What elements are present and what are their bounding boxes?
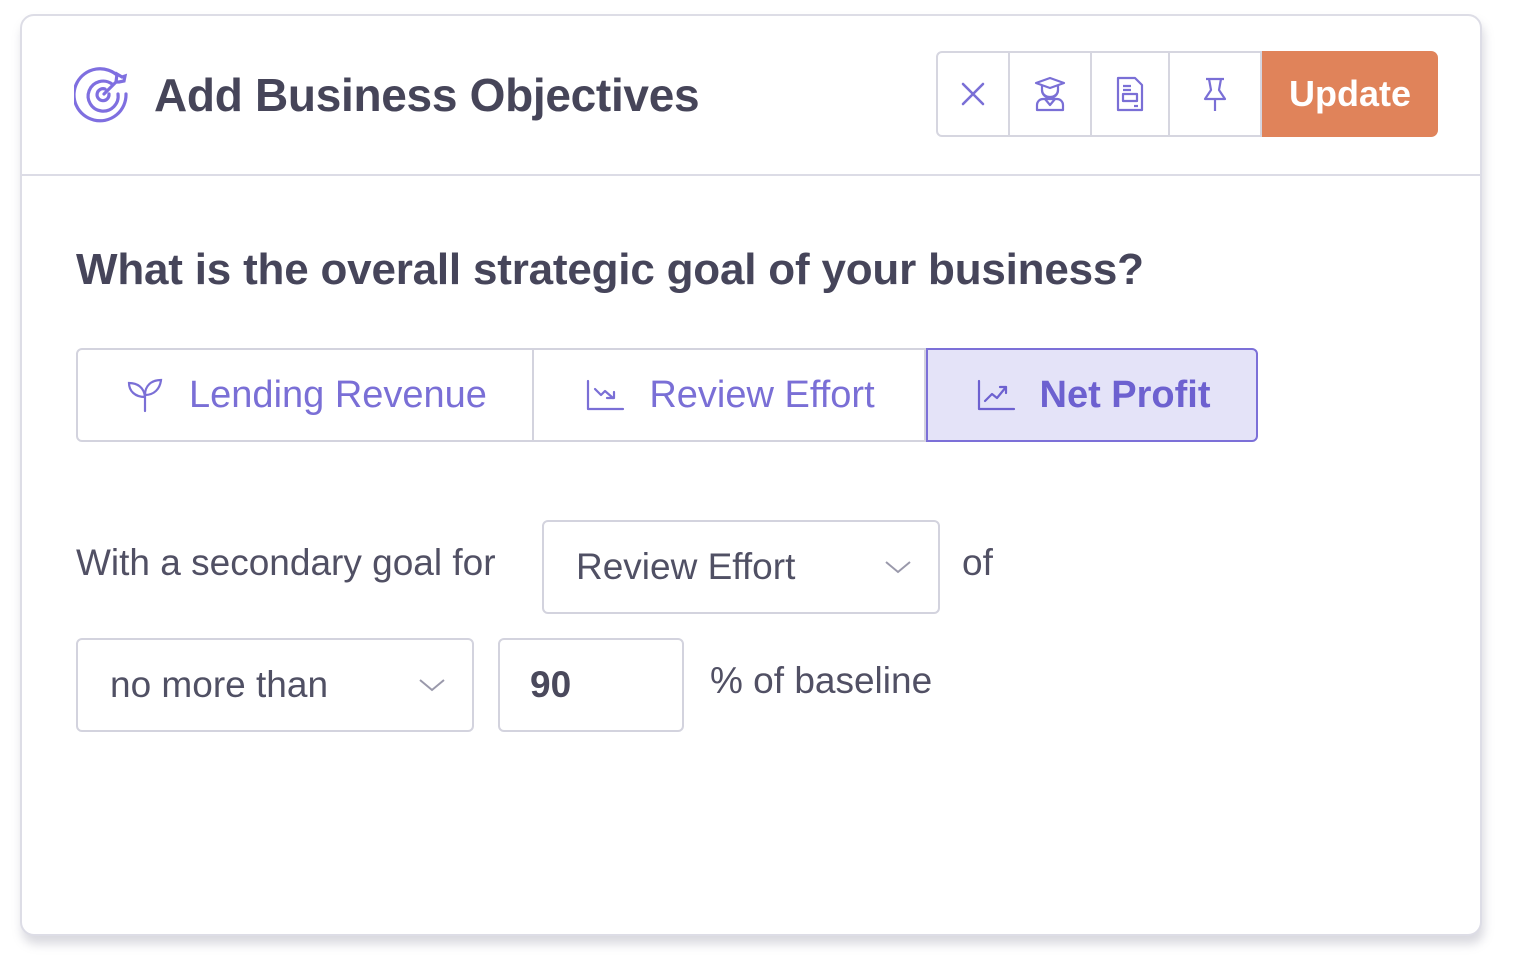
comparator-value: no more than: [110, 664, 329, 705]
baseline-suffix: % of baseline: [710, 660, 933, 701]
strategic-goal-question: What is the overall strategic goal of yo…: [76, 245, 1144, 294]
secondary-goal-select[interactable]: Review Effort: [542, 520, 940, 614]
goal-option-label: Lending Revenue: [189, 373, 487, 416]
header-toolbar: Update: [936, 51, 1438, 137]
goal-option-label: Review Effort: [649, 373, 875, 416]
goal-option-label: Net Profit: [1039, 373, 1211, 416]
update-button[interactable]: Update: [1262, 51, 1438, 137]
chevron-down-icon: [885, 561, 911, 574]
panel-title: Add Business Objectives: [154, 69, 700, 121]
chevron-down-icon: [419, 679, 445, 692]
target-icon: [74, 67, 128, 123]
goal-option-net-profit[interactable]: Net Profit: [926, 348, 1258, 442]
pin-button[interactable]: [1170, 51, 1262, 137]
close-icon: [961, 82, 985, 106]
document-button[interactable]: [1092, 51, 1170, 137]
sprout-icon: [127, 378, 163, 413]
graduate-icon: [1034, 76, 1066, 112]
business-objectives-panel: Add Business Objectives Update What is t…: [20, 14, 1482, 936]
goal-option-lending-revenue[interactable]: Lending Revenue: [76, 348, 534, 442]
of-label: of: [962, 542, 993, 583]
secondary-goal-value: Review Effort: [576, 546, 796, 587]
training-button[interactable]: [1010, 51, 1092, 137]
pin-icon: [1203, 77, 1227, 111]
document-icon: [1116, 76, 1144, 112]
comparator-select[interactable]: no more than: [76, 638, 474, 732]
goal-option-review-effort[interactable]: Review Effort: [534, 348, 926, 442]
panel-header: Add Business Objectives Update: [22, 16, 1480, 176]
chart-up-icon: [977, 379, 1015, 411]
primary-goal-selector: Lending Revenue Review Effort Net Profit: [76, 348, 1258, 442]
close-button[interactable]: [936, 51, 1010, 137]
baseline-percent-input[interactable]: [498, 638, 684, 732]
chart-down-icon: [587, 379, 625, 411]
secondary-goal-prefix: With a secondary goal for: [76, 542, 496, 583]
